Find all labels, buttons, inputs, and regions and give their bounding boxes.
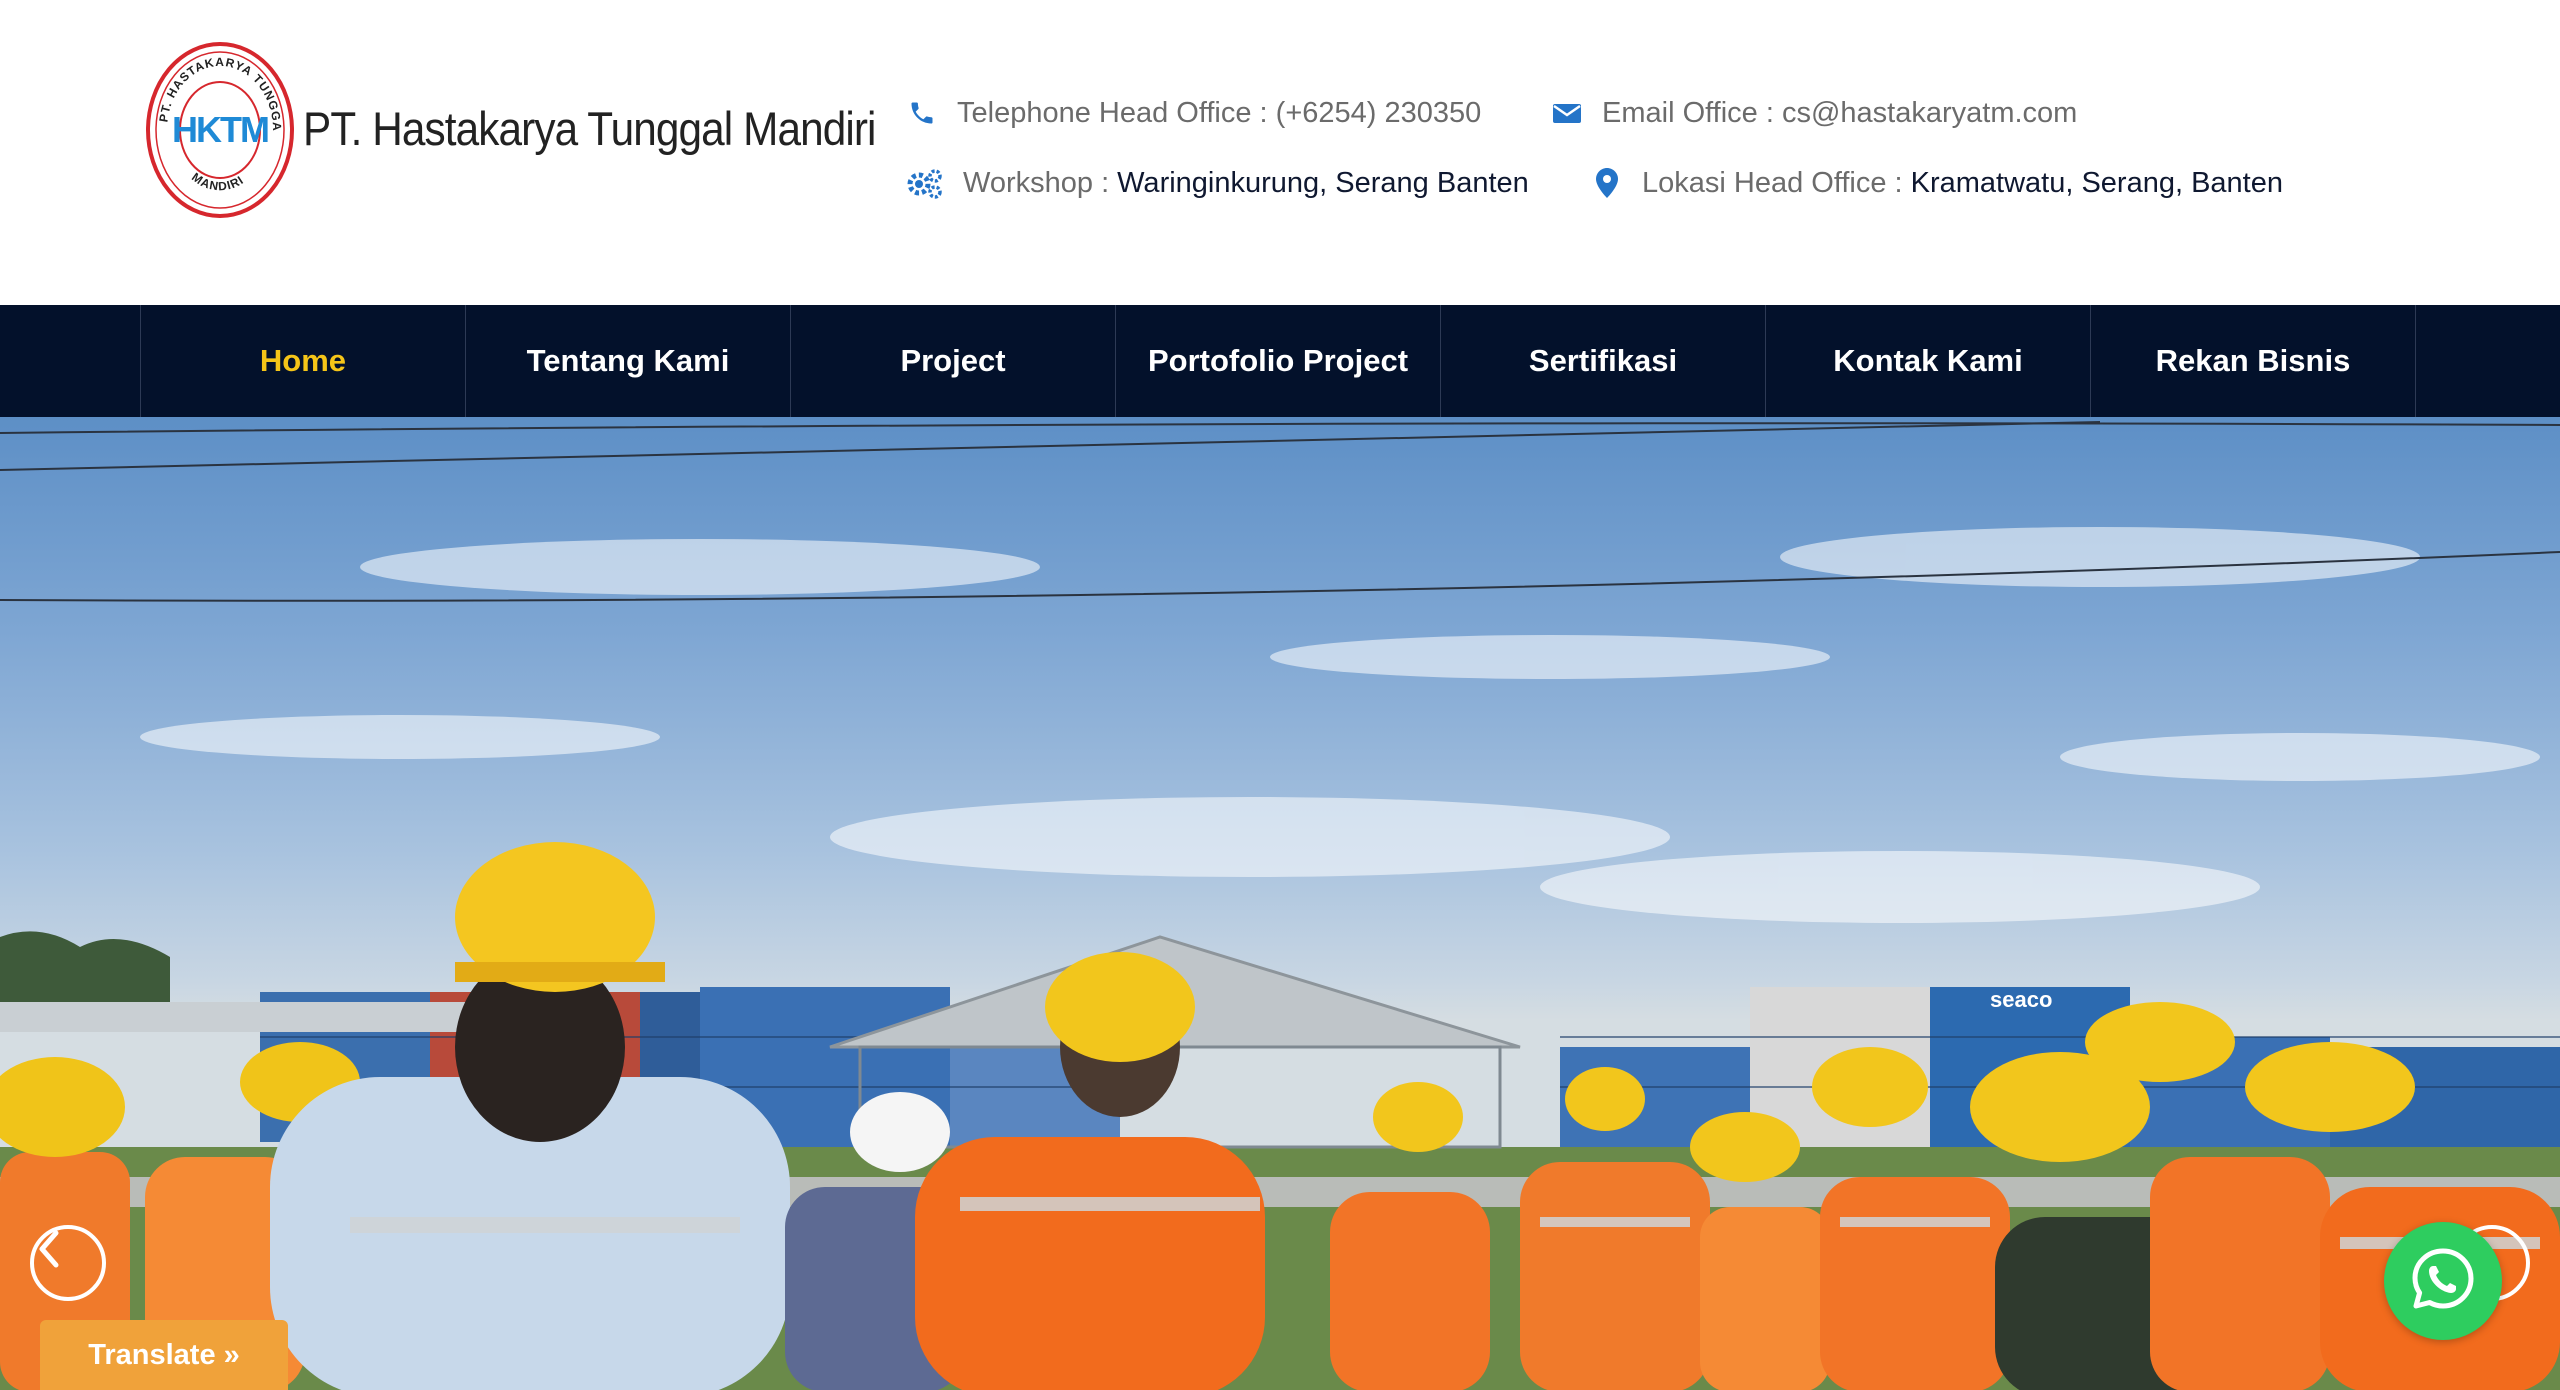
nav-item-kontak-kami[interactable]: Kontak Kami [1766, 305, 2091, 417]
workshop-value: Waringinkurung, Serang Banten [1117, 166, 1529, 199]
nav-menu: Home Tentang Kami Project Portofolio Pro… [140, 305, 2416, 417]
translate-button[interactable]: Translate » [40, 1320, 288, 1390]
phone-icon [905, 96, 939, 130]
hero-image: seaco [0, 421, 2560, 1390]
envelope-icon [1550, 96, 1584, 130]
email-label[interactable]: Email Office : cs@hastakaryatm.com [1602, 97, 2077, 130]
contact-location: Lokasi Head Office : Kramatwatu, Serang,… [1590, 166, 2283, 200]
nav-item-project[interactable]: Project [791, 305, 1116, 417]
location-label: Lokasi Head Office : [1642, 166, 1903, 199]
main-nav: Home Tentang Kami Project Portofolio Pro… [0, 305, 2560, 417]
phone-label[interactable]: Telephone Head Office : (+6254) 230350 [957, 97, 1481, 130]
site-header: PT. HASTAKARYA TUNGGAL MANDIRI HKTM PT. … [0, 0, 2560, 305]
contact-workshop: Workshop : Waringinkurung, Serang Banten [905, 166, 1529, 200]
nav-item-tentang-kami[interactable]: Tentang Kami [466, 305, 791, 417]
seaco-sign: seaco [1990, 987, 2052, 1012]
slider-prev-button[interactable] [30, 1225, 106, 1301]
location-value: Kramatwatu, Serang, Banten [1910, 166, 2283, 199]
logo-seal: PT. HASTAKARYA TUNGGAL MANDIRI HKTM [141, 27, 295, 218]
nav-item-rekan-bisnis[interactable]: Rekan Bisnis [2091, 305, 2416, 417]
contact-email: Email Office : cs@hastakaryatm.com [1550, 96, 2077, 130]
map-marker-icon [1590, 166, 1624, 200]
whatsapp-button[interactable] [2384, 1222, 2502, 1340]
seal-initials: HKTM [172, 109, 268, 150]
whatsapp-icon [2408, 1244, 2478, 1319]
workshop-label: Workshop : [963, 166, 1110, 199]
gears-icon [905, 166, 945, 200]
site-logo[interactable]: PT. HASTAKARYA TUNGGAL MANDIRI HKTM PT. … [141, 27, 939, 218]
nav-item-home[interactable]: Home [141, 305, 466, 417]
contact-phone: Telephone Head Office : (+6254) 230350 [905, 96, 1481, 130]
nav-item-portofolio-project[interactable]: Portofolio Project [1116, 305, 1441, 417]
hero-slider: seaco [0, 417, 2560, 1390]
company-name: PT. Hastakarya Tunggal Mandiri [303, 101, 876, 155]
nav-item-sertifikasi[interactable]: Sertifikasi [1441, 305, 1766, 417]
